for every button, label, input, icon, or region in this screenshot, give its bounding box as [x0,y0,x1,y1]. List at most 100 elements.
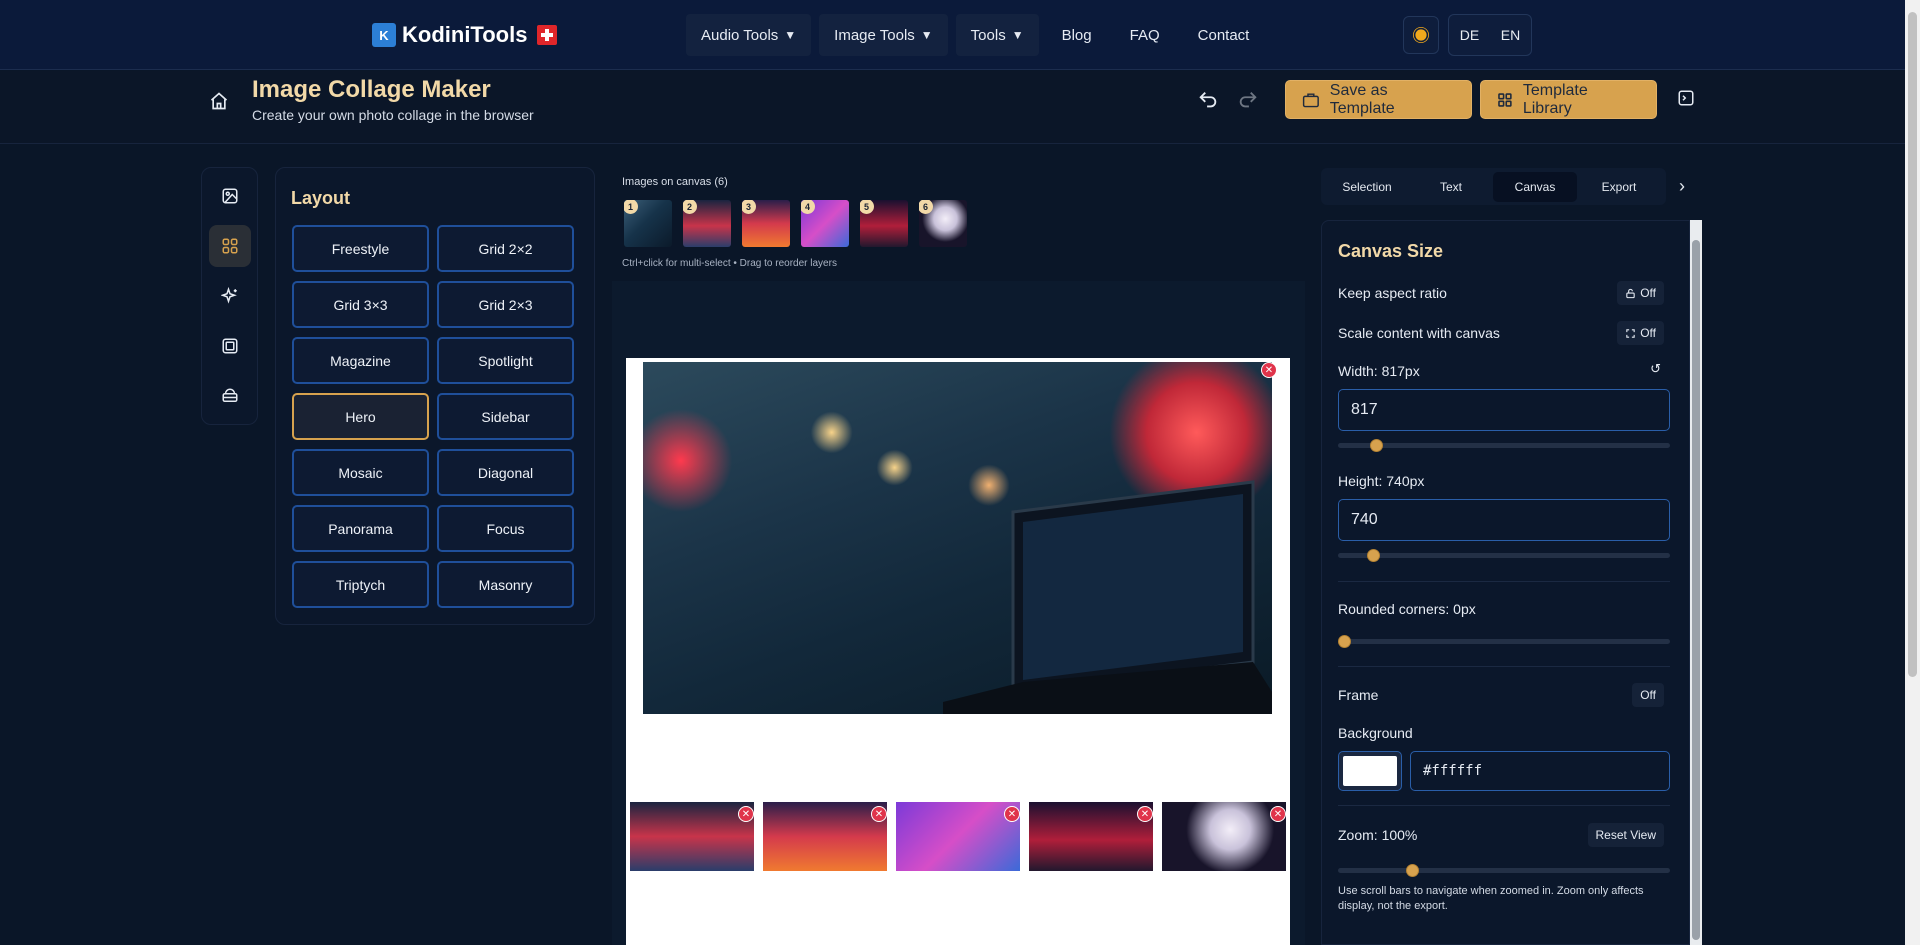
layout-magazine-button[interactable]: Magazine [292,337,429,384]
divider [1338,666,1670,667]
nav-faq[interactable]: FAQ [1115,14,1175,56]
top-navbar: K KodiniTools Audio Tools ▼ Image Tools ▼ … [0,0,1905,70]
layout-grid-2x2-button[interactable]: Grid 2×2 [437,225,574,272]
scale-content-toggle[interactable]: Off [1617,321,1664,345]
keep-aspect-toggle[interactable]: Off [1617,281,1664,305]
layout-focus-button[interactable]: Focus [437,505,574,552]
height-slider[interactable] [1338,549,1670,562]
background-color-swatch[interactable] [1338,751,1402,791]
nav-image-tools[interactable]: Image Tools ▼ [819,14,948,56]
template-library-button[interactable]: Template Library [1480,80,1657,119]
layer-thumbnail[interactable]: 1 [624,200,672,247]
undo-icon[interactable] [1197,89,1219,111]
rail-stickers-button[interactable] [209,375,251,417]
width-slider-knob[interactable] [1370,439,1383,452]
layer-thumbnail[interactable]: 6 [919,200,967,247]
panel-scrollbar[interactable] [1690,220,1702,945]
panel-scrollbar-thumb[interactable] [1692,240,1700,940]
remove-image-icon[interactable]: ✕ [1137,806,1153,822]
nav-tools[interactable]: Tools ▼ [955,14,1039,56]
sparkles-icon [221,287,237,304]
layout-sidebar-button[interactable]: Sidebar [437,393,574,440]
layout-freestyle-button[interactable]: Freestyle [292,225,429,272]
collage-image-6[interactable] [1162,802,1286,871]
reset-width-icon[interactable]: ↺ [1650,361,1661,377]
layout-panorama-button[interactable]: Panorama [292,505,429,552]
collage-image-4[interactable] [896,802,1020,871]
remove-image-icon[interactable]: ✕ [738,806,754,822]
save-as-template-button[interactable]: Save as Template [1285,80,1472,119]
lang-en-button[interactable]: EN [1501,27,1520,43]
height-input[interactable]: 740 [1338,499,1670,541]
nav-blog[interactable]: Blog [1047,14,1107,56]
layer-thumbnails: 1 2 3 4 5 6 [624,200,967,247]
rail-layout-button[interactable] [209,225,251,267]
width-input[interactable]: 817 [1338,389,1670,431]
logo-text: KodiniTools [402,22,528,47]
main-menu: Audio Tools ▼ Image Tools ▼ Tools ▼ Blog FA… [686,14,1264,56]
expand-icon [1626,328,1635,338]
reset-view-button[interactable]: Reset View [1587,823,1664,847]
layout-grid-3x3-button[interactable]: Grid 3×3 [292,281,429,328]
caret-down-icon: ▼ [1011,28,1024,42]
collage-image-3[interactable] [763,802,887,871]
nav-contact[interactable]: Contact [1183,14,1265,56]
remove-image-icon[interactable]: ✕ [1004,806,1020,822]
rounded-corners-slider[interactable] [1338,635,1670,648]
layout-grid-icon [222,238,238,254]
redo-icon[interactable] [1237,89,1259,111]
background-hex-input[interactable]: #ffffff [1410,751,1670,791]
window-scrollbar[interactable] [1905,0,1920,945]
layer-thumbnail[interactable]: 5 [860,200,908,247]
layout-hero-button[interactable]: Hero [292,393,429,440]
collage-image-5[interactable] [1029,802,1153,871]
tab-selection[interactable]: Selection [1325,172,1409,202]
rounded-corners-knob[interactable] [1338,635,1351,648]
zoom-slider-knob[interactable] [1406,864,1419,877]
swiss-flag-icon [537,25,558,45]
tab-canvas[interactable]: Canvas [1493,171,1577,202]
layout-options: Freestyle Grid 2×2 Grid 3×3 Grid 2×3 Mag… [292,225,574,608]
grid-icon [1498,92,1512,107]
home-icon[interactable] [209,91,229,111]
divider [1338,581,1670,582]
rail-effects-button[interactable] [209,275,251,317]
remove-image-icon[interactable]: ✕ [1261,362,1277,378]
lang-de-button[interactable]: DE [1460,27,1479,43]
layout-triptych-button[interactable]: Triptych [292,561,429,608]
layout-grid-2x3-button[interactable]: Grid 2×3 [437,281,574,328]
layers-icon [222,388,238,402]
frame-toggle[interactable]: Off [1632,683,1664,707]
width-slider[interactable] [1338,439,1670,452]
window-scrollbar-thumb[interactable] [1908,12,1917,677]
thumbnails-hint: Ctrl+click for multi-select • Drag to re… [622,258,837,269]
remove-image-icon[interactable]: ✕ [871,806,887,822]
remove-image-icon[interactable]: ✕ [1270,806,1286,822]
layer-thumbnail[interactable]: 2 [683,200,731,247]
caret-down-icon: ▼ [784,28,797,42]
tool-rail [201,167,258,425]
collage-canvas[interactable]: ✕ ✕ ✕ ✕ ✕ ✕ [626,358,1290,945]
height-slider-knob[interactable] [1367,549,1380,562]
chevron-right-icon[interactable]: › [1679,176,1685,197]
brand-logo[interactable]: K KodiniTools [372,22,558,48]
terminal-icon[interactable] [1677,89,1695,107]
layer-thumbnail[interactable]: 3 [742,200,790,247]
rail-images-button[interactable] [209,175,251,217]
layout-mosaic-button[interactable]: Mosaic [292,449,429,496]
nav-audio-tools[interactable]: Audio Tools ▼ [686,14,812,56]
tab-text[interactable]: Text [1409,172,1493,202]
layer-thumbnail[interactable]: 4 [801,200,849,247]
collage-image-2[interactable] [630,802,754,871]
tab-export[interactable]: Export [1577,172,1661,202]
layout-diagonal-button[interactable]: Diagonal [437,449,574,496]
theme-toggle-button[interactable] [1403,16,1439,54]
rail-frames-button[interactable] [209,325,251,367]
background-label: Background [1338,725,1413,741]
zoom-slider[interactable] [1338,864,1670,877]
canvas-settings-panel: Canvas Size Keep aspect ratio Off Scale … [1321,220,1690,945]
layout-spotlight-button[interactable]: Spotlight [437,337,574,384]
layout-masonry-button[interactable]: Masonry [437,561,574,608]
hero-image[interactable] [643,362,1272,714]
unlock-icon [1626,288,1635,298]
